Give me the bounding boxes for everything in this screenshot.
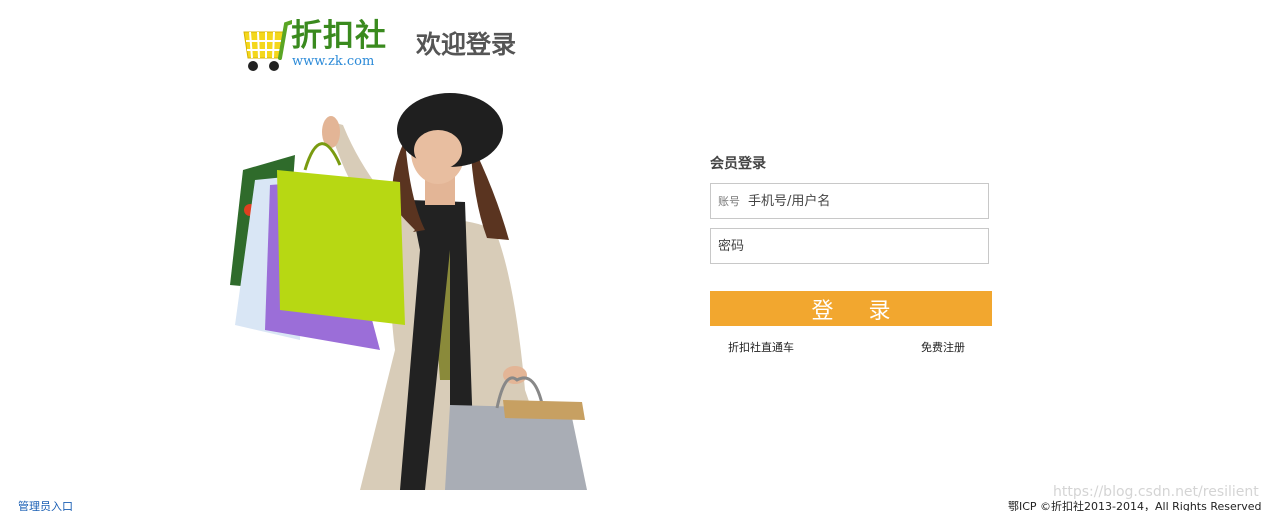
- shopping-woman-banner: [230, 93, 587, 490]
- account-field[interactable]: 账号: [710, 183, 989, 219]
- account-label: 账号: [718, 195, 740, 208]
- express-link[interactable]: 折扣社直通车: [728, 339, 794, 355]
- copyright: 鄂ICP ©折扣社2013-2014，All Rights Reserved: [1008, 500, 1262, 511]
- account-input[interactable]: [748, 186, 988, 216]
- site-logo[interactable]: 折扣社 www.zk.com: [236, 16, 396, 74]
- login-button[interactable]: 登 录: [710, 291, 992, 326]
- admin-entry-link[interactable]: 管理员入口: [18, 498, 73, 511]
- shopping-cart-icon: [243, 20, 292, 71]
- login-title: 会员登录: [710, 156, 766, 172]
- page-title: 欢迎登录: [416, 30, 517, 59]
- password-input[interactable]: [718, 231, 988, 261]
- password-field[interactable]: [710, 228, 989, 264]
- logo-name: 折扣社: [291, 18, 387, 54]
- register-link[interactable]: 免费注册: [921, 339, 965, 355]
- logo-url: www.zk.com: [292, 54, 375, 69]
